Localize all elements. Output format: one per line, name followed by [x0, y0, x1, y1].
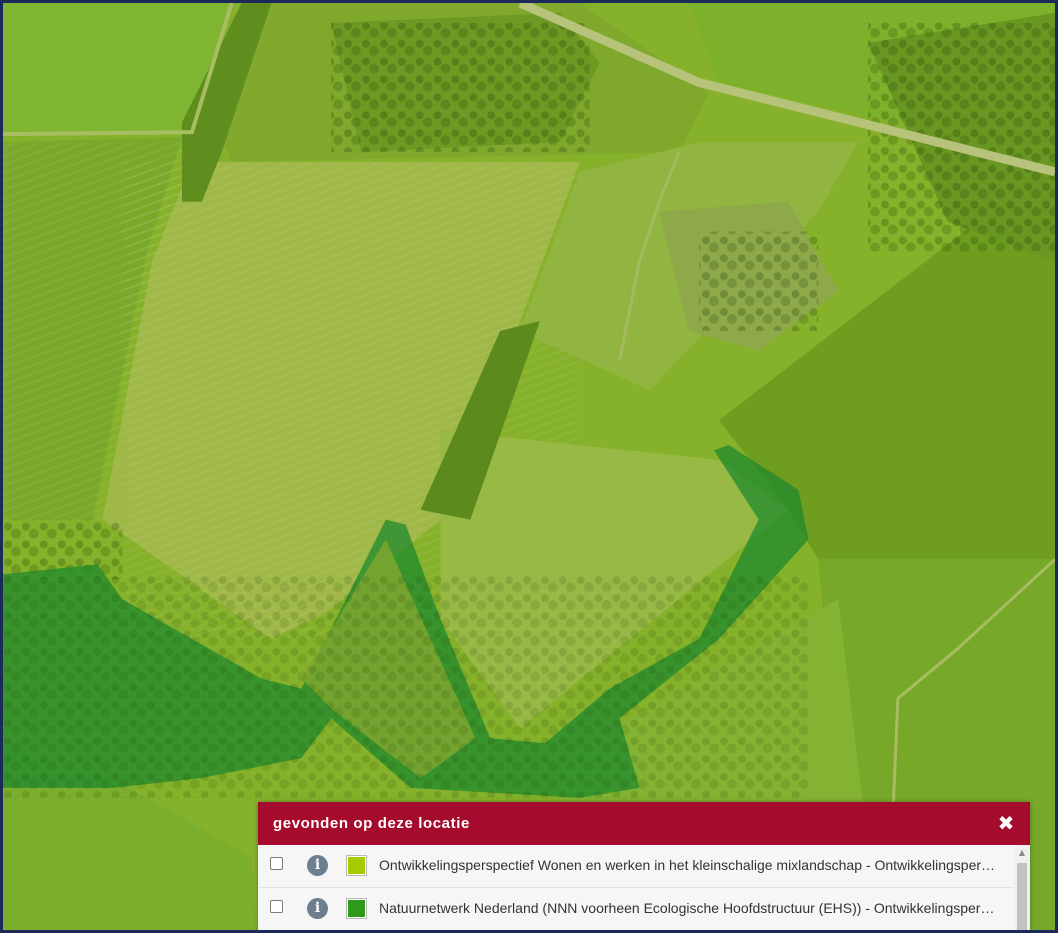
legend-swatch	[346, 898, 367, 919]
scroll-up-arrow-icon[interactable]: ▲	[1014, 845, 1030, 861]
info-icon[interactable]: i	[307, 898, 328, 919]
map-canvas[interactable]	[3, 3, 1055, 930]
tree-texture	[868, 22, 1055, 252]
forest-texture	[3, 574, 809, 798]
info-icon[interactable]: i	[307, 855, 328, 876]
results-list: i Ontwikkelingsperspectief Wonen en werk…	[258, 845, 1014, 930]
result-checkbox[interactable]	[270, 900, 283, 913]
close-icon[interactable]: ✖	[996, 812, 1016, 834]
legend-swatch	[346, 855, 367, 876]
result-label[interactable]: Natuurnetwerk Nederland (NNN voorheen Ec…	[379, 900, 1001, 916]
popup-title: gevonden op deze locatie	[273, 815, 470, 832]
result-row[interactable]: i Natuurnetwerk Nederland (NNN voorheen …	[258, 887, 1014, 929]
farm-trees	[699, 231, 819, 331]
results-scrollbar[interactable]: ▲	[1014, 845, 1030, 930]
popup-header: gevonden op deze locatie ✖	[258, 802, 1030, 845]
aerial-map[interactable]	[3, 3, 1055, 930]
tree-texture	[331, 22, 590, 153]
location-results-popup: gevonden op deze locatie ✖ i Ontwikkelin…	[258, 802, 1030, 930]
scroll-thumb[interactable]	[1017, 863, 1027, 930]
result-row[interactable]: i Ontwikkelingsperspectief Wonen en werk…	[258, 845, 1014, 886]
result-label[interactable]: Ontwikkelingsperspectief Wonen en werken…	[379, 857, 1001, 873]
map-viewer: gevonden op deze locatie ✖ i Ontwikkelin…	[0, 0, 1058, 933]
result-checkbox[interactable]	[270, 857, 283, 870]
